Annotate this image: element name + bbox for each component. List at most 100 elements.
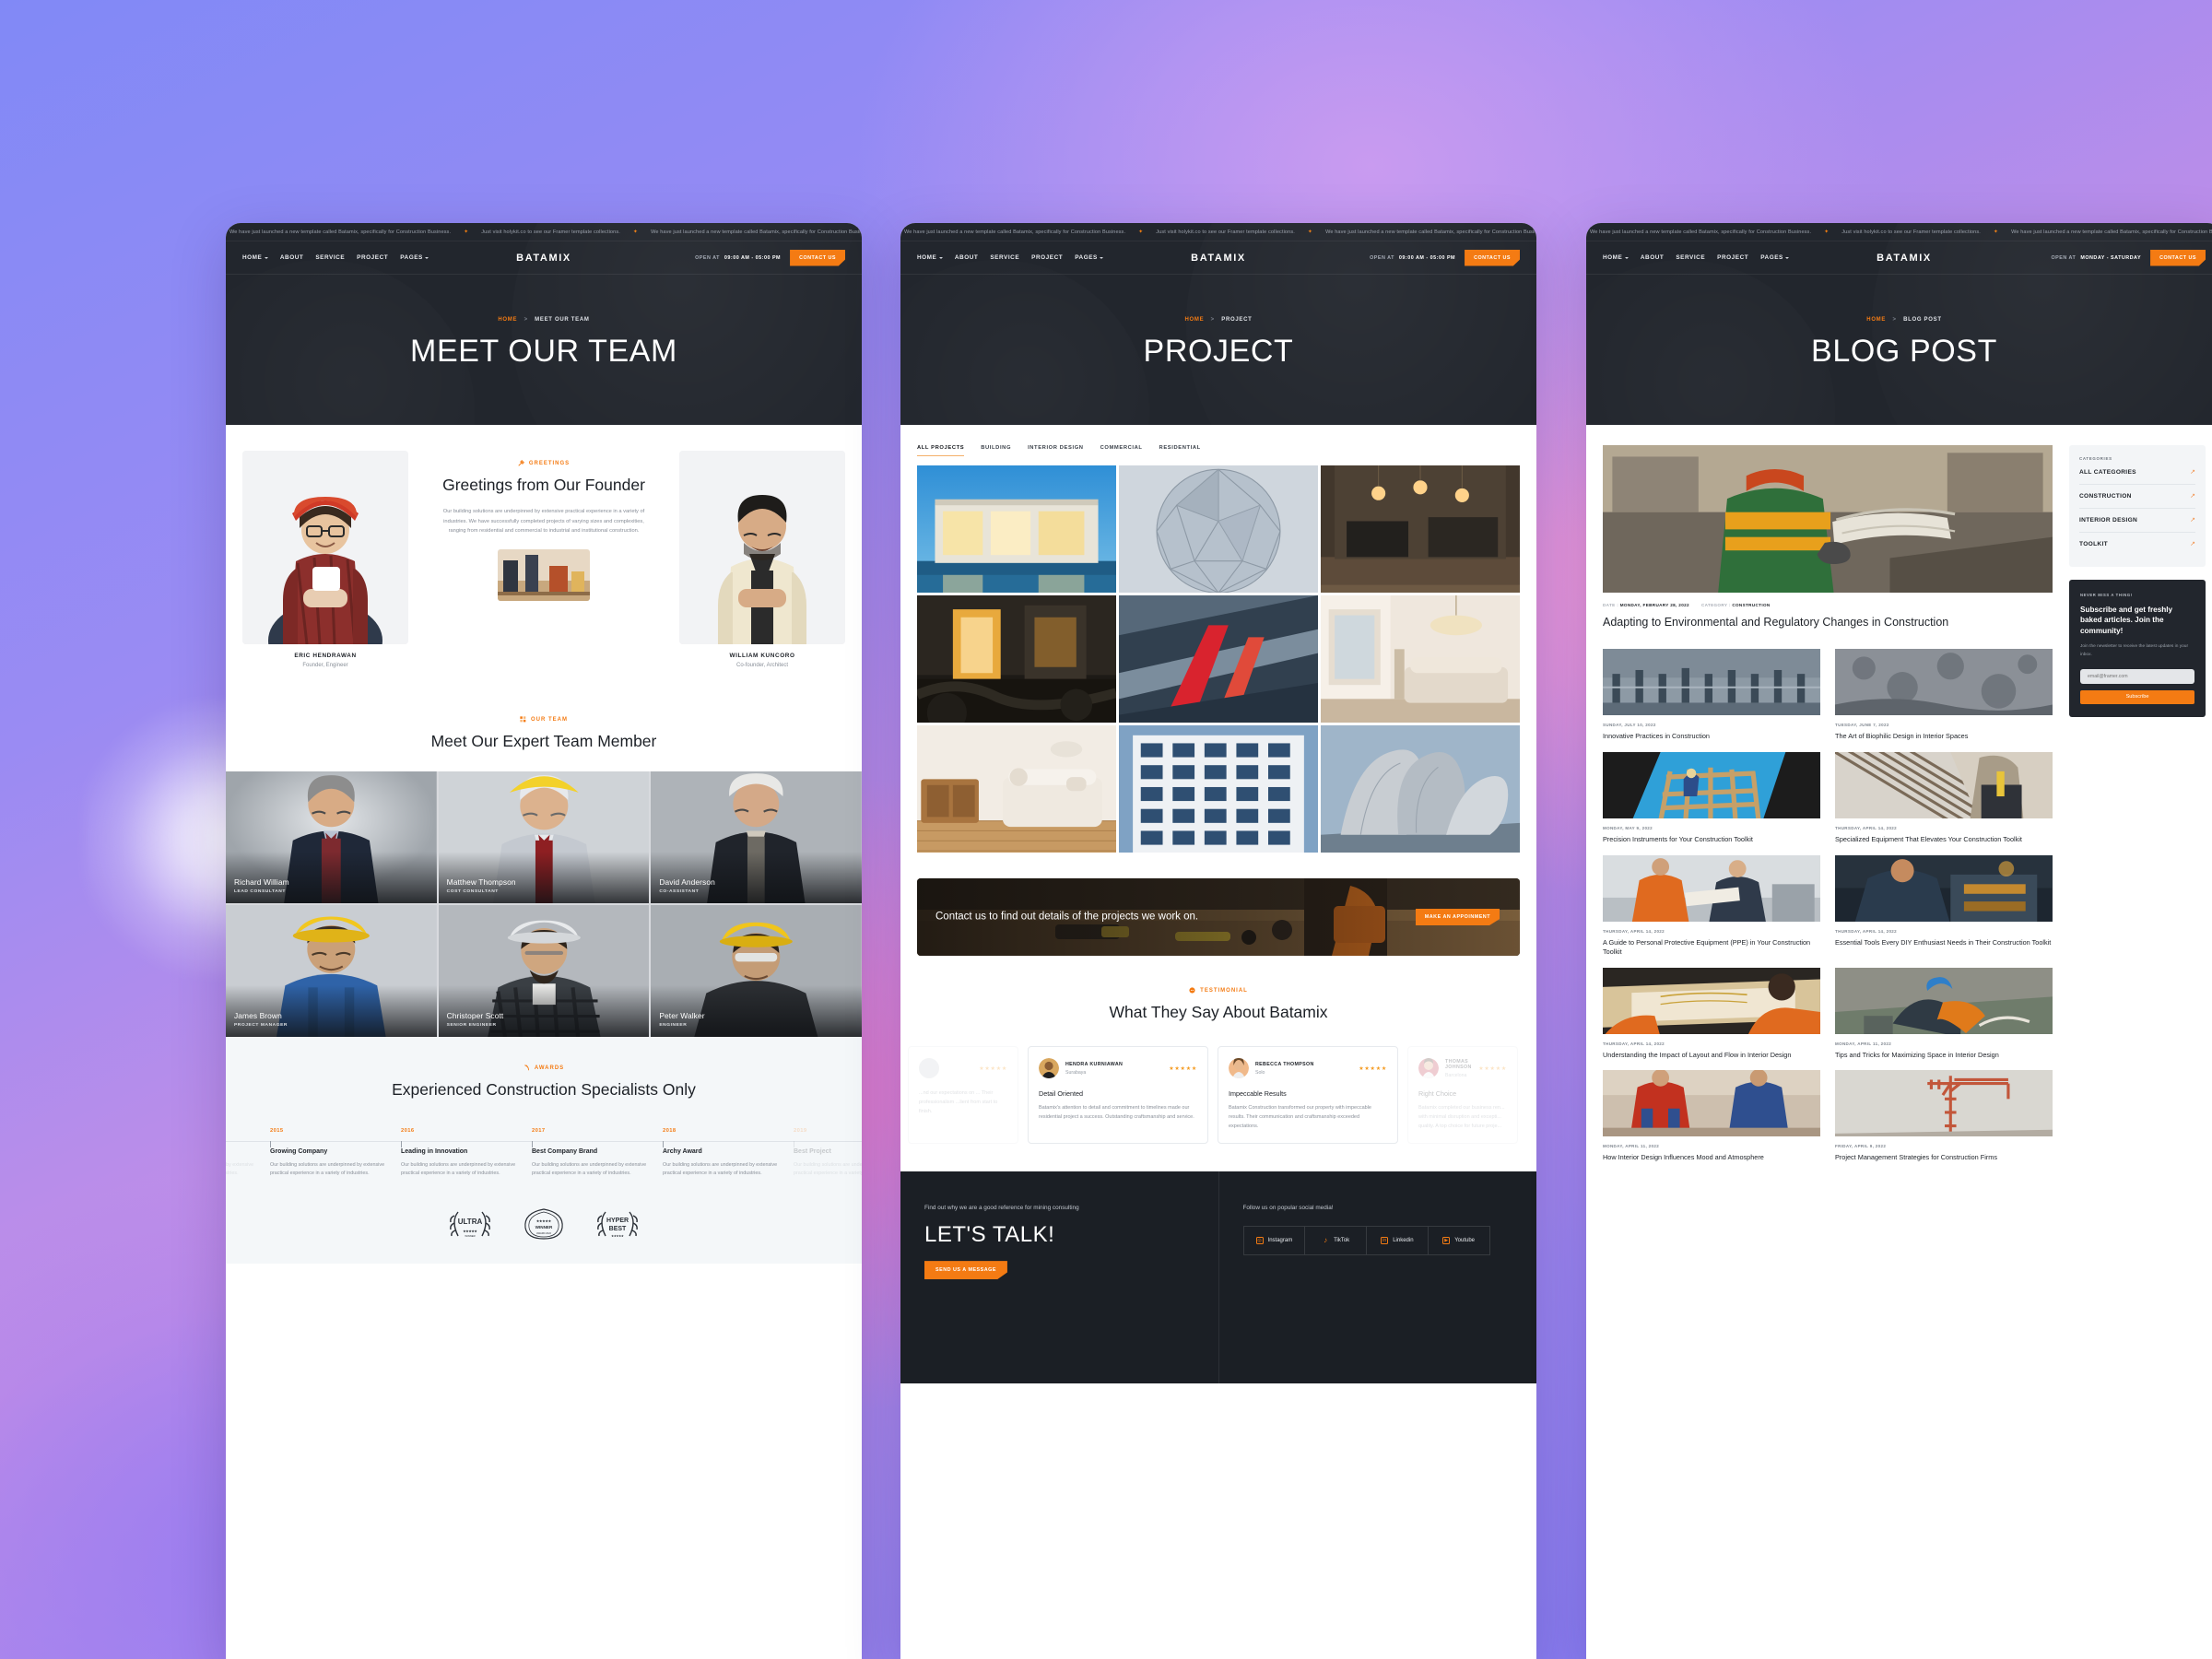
nav-item-service[interactable]: SERVICE xyxy=(315,254,345,261)
blog-post-card[interactable]: MONDAY, APRIL 11, 2022 Tips and Tricks f… xyxy=(1835,967,2053,1060)
testimonial-carousel[interactable]: ★★★★★ ...nd our expectations on ... Thei… xyxy=(900,1046,1536,1145)
featured-post-image[interactable] xyxy=(1603,445,2053,593)
project-tile[interactable] xyxy=(1119,465,1318,593)
social-link-tiktok[interactable]: ♪ TikTok xyxy=(1305,1227,1367,1255)
social-link-instagram[interactable]: ◎ Instagram xyxy=(1244,1227,1306,1255)
blog-post-image[interactable] xyxy=(1603,854,1820,922)
nav-item-project[interactable]: PROJECT xyxy=(357,254,388,261)
blog-post-image[interactable] xyxy=(1603,1070,1820,1137)
blog-post-card[interactable]: MONDAY, MAY 9, 2022 Precision Instrument… xyxy=(1603,751,1820,844)
breadcrumb-home[interactable]: HOME xyxy=(1866,317,1886,323)
team-member-card[interactable]: David Anderson CO-ASSISTANT xyxy=(651,771,862,904)
nav-item-home[interactable]: HOME xyxy=(917,254,943,261)
category-item-interior-design[interactable]: INTERIOR DESIGN ↗ xyxy=(2079,509,2195,533)
blog-post-card[interactable]: THURSDAY, APRIL 14, 2022 Essential Tools… xyxy=(1835,854,2053,957)
blog-post-card[interactable]: MONDAY, APRIL 11, 2022 How Interior Desi… xyxy=(1603,1070,1820,1162)
brand-logo[interactable]: BATAMIX xyxy=(516,253,571,264)
brand-logo[interactable]: BATAMIX xyxy=(1191,253,1246,264)
breadcrumb-home[interactable]: HOME xyxy=(498,317,517,323)
featured-post-title[interactable]: Adapting to Environmental and Regulatory… xyxy=(1603,615,2053,630)
nav-item-service[interactable]: SERVICE xyxy=(1676,254,1705,261)
team-member-card[interactable]: Peter Walker ENGINEER xyxy=(651,905,862,1038)
blog-post-image[interactable] xyxy=(1835,967,2053,1034)
ticker-text: We have just launched a new template cal… xyxy=(229,229,452,235)
greeting-title: Greetings from Our Founder xyxy=(442,476,645,494)
blog-post-card[interactable]: THURSDAY, APRIL 14, 2022 Understanding t… xyxy=(1603,967,1820,1060)
make-appointment-button[interactable]: MAKE AN APPOINMENT xyxy=(1415,909,1500,925)
social-link-youtube[interactable]: ▶ Youtube xyxy=(1429,1227,1489,1254)
blog-post-title[interactable]: Essential Tools Every DIY Enthusiast Nee… xyxy=(1835,938,2053,947)
subscribe-button[interactable]: Subscribe xyxy=(2080,689,2194,704)
team-member-card[interactable]: James Brown PROJECT MANAGER xyxy=(226,905,437,1038)
project-tile[interactable] xyxy=(917,725,1116,853)
blog-post-card[interactable]: FRIDAY, APRIL 9, 2022 Project Management… xyxy=(1835,1070,2053,1162)
category-item-all[interactable]: ALL CATEGORIES ↗ xyxy=(2079,461,2195,485)
nav-item-about[interactable]: ABOUT xyxy=(280,254,303,261)
social-link-linkedin[interactable]: in Linkedin xyxy=(1367,1227,1429,1255)
brand-logo[interactable]: BATAMIX xyxy=(1877,253,1932,264)
project-tile[interactable] xyxy=(917,595,1116,723)
timeline-item: 2014 Best Service Our building solutions… xyxy=(226,1128,270,1179)
category-item-construction[interactable]: CONSTRUCTION ↗ xyxy=(2079,485,2195,509)
nav-item-service[interactable]: SERVICE xyxy=(990,254,1019,261)
blog-post-title[interactable]: A Guide to Personal Protective Equipment… xyxy=(1603,938,1820,957)
filter-building[interactable]: BUILDING xyxy=(981,445,1011,456)
blog-post-image[interactable] xyxy=(1835,648,2053,715)
team-member-name: Richard William xyxy=(234,877,289,888)
nav-item-project[interactable]: PROJECT xyxy=(1717,254,1748,261)
blog-post-image[interactable] xyxy=(1603,967,1820,1034)
team-member-card[interactable]: Christoper Scott SENIOR ENGINEER xyxy=(438,905,650,1038)
nav-item-pages[interactable]: PAGES xyxy=(1760,254,1790,261)
blog-post-card[interactable]: THURSDAY, APRIL 14, 2022 Specialized Equ… xyxy=(1835,751,2053,844)
filter-residential[interactable]: RESIDENTIAL xyxy=(1159,445,1201,456)
blog-post-image[interactable] xyxy=(1603,648,1820,715)
contact-us-button[interactable]: CONTACT US xyxy=(790,249,845,266)
blog-post-card[interactable]: THURSDAY, APRIL 14, 2022 A Guide to Pers… xyxy=(1603,854,1820,957)
instagram-icon: ◎ xyxy=(1255,1237,1264,1245)
blog-post-title[interactable]: Precision Instruments for Your Construct… xyxy=(1603,835,1820,844)
nav-item-about[interactable]: ABOUT xyxy=(1641,254,1664,261)
breadcrumb: HOME > BLOG POST xyxy=(1586,317,2212,323)
blog-post-title[interactable]: Tips and Tricks for Maximizing Space in … xyxy=(1835,1051,2053,1060)
project-tile[interactable] xyxy=(917,465,1116,593)
testimonial-card[interactable]: REBECCA THOMPSON Solo ★★★★★ Impeccable R… xyxy=(1218,1046,1398,1145)
team-member-card[interactable]: Richard William LEAD CONSULTANT xyxy=(226,771,437,904)
send-us-a-message-button[interactable]: SEND US A MESSAGE xyxy=(924,1261,1007,1280)
testimonial-card[interactable]: HENDRA KURNIAWAN Surabaya ★★★★★ Detail O… xyxy=(1028,1046,1208,1145)
contact-us-button[interactable]: CONTACT US xyxy=(2150,249,2206,266)
project-tile[interactable] xyxy=(1321,725,1520,853)
blog-post-title[interactable]: Innovative Practices in Construction xyxy=(1603,732,1820,741)
filter-interior-design[interactable]: INTERIOR DESIGN xyxy=(1028,445,1084,456)
blog-post-title[interactable]: How Interior Design Influences Mood and … xyxy=(1603,1153,1820,1162)
project-tile[interactable] xyxy=(1321,595,1520,723)
blog-post-image[interactable] xyxy=(1835,751,2053,818)
blog-post-title[interactable]: The Art of Biophilic Design in Interior … xyxy=(1835,732,2053,741)
filter-commercial[interactable]: COMMERCIAL xyxy=(1100,445,1143,456)
project-tile[interactable] xyxy=(1119,595,1318,723)
nav-item-home[interactable]: HOME xyxy=(1603,254,1629,261)
category-item-toolkit[interactable]: TOOLKIT ↗ xyxy=(2079,533,2195,556)
nav-item-about[interactable]: ABOUT xyxy=(955,254,978,261)
contact-us-button[interactable]: CONTACT US xyxy=(1465,249,1520,266)
blog-post-card[interactable]: TUESDAY, JUNE 7, 2022 The Art of Biophil… xyxy=(1835,648,2053,741)
blog-post-card[interactable]: SUNDAY, JULY 10, 2022 Innovative Practic… xyxy=(1603,648,1820,741)
team-member-card[interactable]: Matthew Thompson COST CONSULTANT xyxy=(438,771,650,904)
nav-item-home[interactable]: HOME xyxy=(242,254,268,261)
blog-post-image[interactable] xyxy=(1835,1070,2053,1137)
project-tile[interactable] xyxy=(1119,725,1318,853)
testimonial-card[interactable]: THOMAS JOHNSON Barcelona ★★★★★ Right Cho… xyxy=(1407,1046,1518,1145)
project-tile[interactable] xyxy=(1321,465,1520,593)
nav-item-pages[interactable]: PAGES xyxy=(400,254,429,261)
nav-item-pages[interactable]: PAGES xyxy=(1075,254,1104,261)
blog-post-title[interactable]: Specialized Equipment That Elevates Your… xyxy=(1835,835,2053,844)
nav-item-project[interactable]: PROJECT xyxy=(1031,254,1063,261)
blog-post-title[interactable]: Understanding the Impact of Layout and F… xyxy=(1603,1051,1820,1060)
nav-label: HOME xyxy=(1603,254,1623,261)
blog-post-image[interactable] xyxy=(1835,854,2053,922)
testimonial-card[interactable]: ★★★★★ ...nd our expectations on ... Thei… xyxy=(908,1046,1018,1145)
email-field[interactable] xyxy=(2080,668,2194,684)
blog-post-image[interactable] xyxy=(1603,751,1820,818)
blog-post-title[interactable]: Project Management Strategies for Constr… xyxy=(1835,1153,2053,1162)
filter-all-projects[interactable]: ALL PROJECTS xyxy=(917,445,965,456)
breadcrumb-home[interactable]: HOME xyxy=(1184,317,1204,323)
